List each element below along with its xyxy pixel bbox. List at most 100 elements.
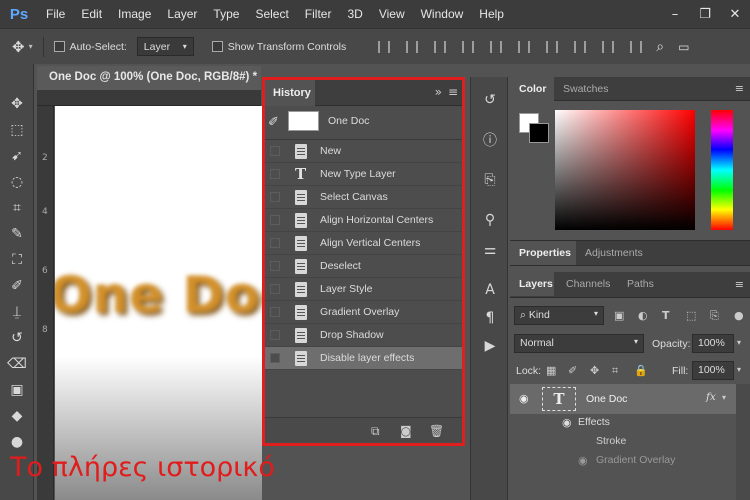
lock-pixels-icon[interactable]: ✐: [568, 364, 577, 377]
tab-adjustments[interactable]: Adjustments: [576, 241, 643, 265]
align-hcenter-icon[interactable]: [490, 40, 503, 53]
document-tab[interactable]: One Doc @ 100% (One Doc, RGB/8#) *: [37, 66, 261, 90]
adjust-icon[interactable]: ⚌: [479, 239, 501, 261]
move-tool-icon[interactable]: ✥: [12, 38, 25, 56]
history-state[interactable]: Select Canvas: [265, 186, 462, 209]
play-icon[interactable]: ▶: [479, 335, 501, 357]
menu-image[interactable]: Image: [110, 0, 159, 28]
chevron-down-icon[interactable]: ▾: [722, 393, 726, 402]
marquee-tool-icon[interactable]: ⬚: [5, 118, 29, 142]
history-icon[interactable]: ↺: [479, 89, 501, 111]
panel-menu-icon[interactable]: ≡: [735, 82, 744, 95]
layers-scrollbar[interactable]: [736, 384, 750, 500]
history-source-checkbox[interactable]: [270, 238, 280, 248]
history-source-checkbox[interactable]: [270, 261, 280, 271]
chevron-down-icon[interactable]: ▾: [737, 338, 741, 347]
gradient-tool-icon[interactable]: ▣: [5, 378, 29, 402]
tab-paths[interactable]: Paths: [618, 272, 654, 296]
align-vcenter-icon[interactable]: [406, 40, 419, 53]
visibility-eye-icon[interactable]: ◉: [578, 454, 588, 467]
new-document-from-state-icon[interactable]: ⧉: [371, 424, 380, 439]
history-brush-tool-icon[interactable]: ↺: [5, 326, 29, 350]
history-brush-source-icon[interactable]: ✐: [268, 115, 279, 130]
menu-type[interactable]: Type: [205, 0, 247, 28]
fill-input[interactable]: 100%: [692, 361, 734, 380]
history-source-checkbox[interactable]: [270, 353, 280, 363]
layer-filter-dropdown[interactable]: ⌕ Kind ▾: [514, 306, 604, 325]
panel-menu-icon[interactable]: ≡: [735, 278, 744, 291]
workspace-icon[interactable]: ▭: [678, 40, 689, 54]
filter-pixel-icon[interactable]: ▣: [614, 309, 624, 322]
menu-file[interactable]: File: [38, 0, 73, 28]
move-tool-icon[interactable]: ✥: [5, 92, 29, 116]
filter-adjustment-icon[interactable]: ◐: [638, 309, 648, 322]
history-state[interactable]: Layer Style: [265, 278, 462, 301]
document-canvas[interactable]: One Doc: [55, 106, 262, 500]
brushes-icon[interactable]: ⚲: [479, 209, 501, 231]
filter-shape-icon[interactable]: ⬚: [686, 309, 696, 322]
stamp-tool-icon[interactable]: ⍊: [5, 300, 29, 324]
auto-select-dropdown[interactable]: Layer ▾: [136, 37, 194, 56]
history-source-checkbox[interactable]: [270, 307, 280, 317]
lasso-tool-icon[interactable]: ➹: [5, 144, 29, 168]
tab-properties[interactable]: Properties: [510, 241, 576, 265]
history-state[interactable]: New: [265, 140, 462, 163]
opacity-input[interactable]: 100%: [692, 334, 734, 353]
libraries-icon[interactable]: ⎘: [479, 169, 501, 191]
visibility-eye-icon[interactable]: ◉: [519, 392, 529, 405]
search-icon[interactable]: ⌕: [656, 38, 664, 55]
distribute-bottom-icon[interactable]: [602, 40, 615, 53]
chevron-down-icon[interactable]: ▾: [737, 365, 741, 374]
history-state[interactable]: Align Horizontal Centers: [265, 209, 462, 232]
eyedropper-tool-icon[interactable]: ✎: [5, 222, 29, 246]
history-source-checkbox[interactable]: [270, 192, 280, 202]
filter-smart-object-icon[interactable]: ⎘: [710, 309, 719, 323]
menu-help[interactable]: Help: [471, 0, 512, 28]
layer-row[interactable]: ◉ T One Doc fx ▾: [510, 384, 736, 414]
minimize-icon[interactable]: –: [660, 0, 690, 28]
chevron-down-icon[interactable]: ▾: [29, 42, 33, 51]
lock-position-icon[interactable]: ✥: [590, 364, 599, 377]
history-state[interactable]: Disable layer effects: [265, 347, 462, 370]
layer-name[interactable]: One Doc: [586, 393, 627, 405]
blur-tool-icon[interactable]: ◆: [5, 404, 29, 428]
align-bottom-icon[interactable]: [434, 40, 447, 53]
crop-tool-icon[interactable]: ⌗: [5, 196, 29, 220]
close-icon[interactable]: ✕: [720, 0, 750, 28]
history-source-checkbox[interactable]: [270, 330, 280, 340]
lock-transparent-icon[interactable]: ▦: [546, 364, 556, 377]
filter-toggle-icon[interactable]: ●: [734, 309, 744, 322]
eraser-tool-icon[interactable]: ⌫: [5, 352, 29, 376]
dodge-tool-icon[interactable]: ●: [5, 430, 29, 454]
menu-filter[interactable]: Filter: [297, 0, 340, 28]
history-source-checkbox[interactable]: [270, 169, 280, 179]
tab-swatches[interactable]: Swatches: [554, 77, 609, 101]
tab-history[interactable]: History: [265, 80, 315, 106]
camera-icon[interactable]: ◙: [400, 424, 412, 438]
history-state[interactable]: Deselect: [265, 255, 462, 278]
fx-icon[interactable]: fx: [706, 391, 716, 403]
history-state[interactable]: T New Type Layer: [265, 163, 462, 186]
panel-menu-icon[interactable]: ≡: [448, 85, 458, 99]
distribute-left-icon[interactable]: [630, 40, 643, 53]
visibility-eye-icon[interactable]: ◉: [562, 416, 572, 429]
align-top-icon[interactable]: [378, 40, 391, 53]
menu-3d[interactable]: 3D: [339, 0, 370, 28]
history-snapshot[interactable]: ✐ One Doc: [265, 106, 462, 140]
align-right-icon[interactable]: [518, 40, 531, 53]
auto-select-checkbox[interactable]: [53, 41, 65, 52]
menu-layer[interactable]: Layer: [159, 0, 205, 28]
healing-tool-icon[interactable]: ⛶: [5, 248, 29, 272]
show-transform-checkbox[interactable]: [211, 41, 223, 52]
background-color-swatch[interactable]: [529, 123, 549, 143]
restore-icon[interactable]: ❐: [690, 0, 720, 28]
hue-slider[interactable]: [711, 110, 733, 230]
menu-select[interactable]: Select: [247, 0, 296, 28]
collapse-icon[interactable]: »: [435, 85, 442, 99]
distribute-top-icon[interactable]: [546, 40, 559, 53]
quick-select-tool-icon[interactable]: ◌: [5, 170, 29, 194]
history-state[interactable]: Align Vertical Centers: [265, 232, 462, 255]
menu-view[interactable]: View: [371, 0, 413, 28]
info-icon[interactable]: ⓘ: [479, 129, 501, 151]
effect-gradient-overlay[interactable]: Gradient Overlay: [596, 454, 675, 466]
